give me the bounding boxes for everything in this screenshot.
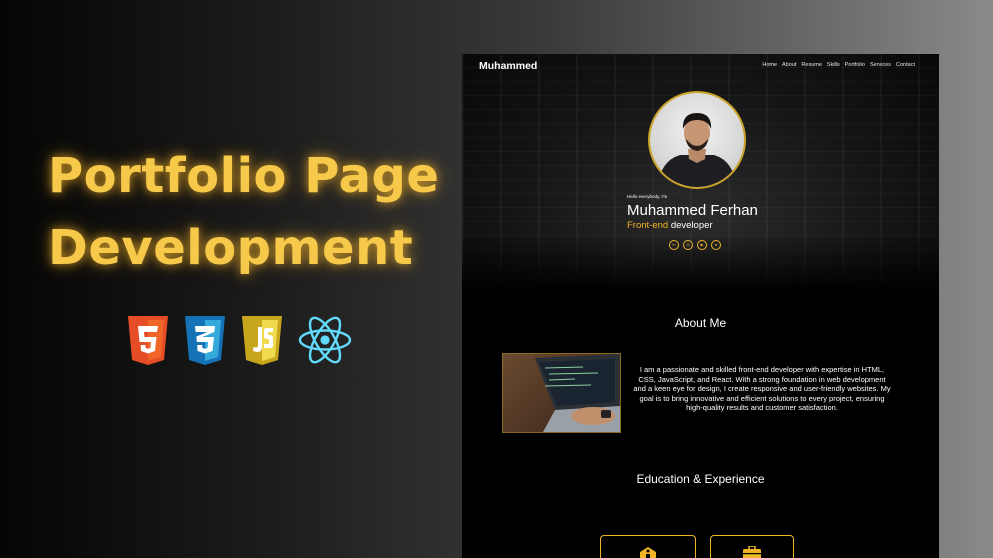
profile-avatar: [648, 91, 746, 189]
education-title: Education & Experience: [636, 472, 765, 486]
nav-item-home[interactable]: Home: [762, 62, 777, 68]
about-image: [502, 353, 621, 433]
nav-item-contact[interactable]: Contact: [896, 62, 915, 68]
about-description: I am a passionate and skilled front-end …: [633, 365, 891, 413]
role-rest: developer: [668, 220, 713, 231]
nav-item-services[interactable]: Services: [870, 62, 891, 68]
github-icon[interactable]: ●: [711, 240, 721, 250]
intro-name: Muhammed Ferhan: [627, 202, 758, 219]
about-title: About Me: [674, 316, 727, 330]
navbar: Muhammed Home About Resume Skills Portfo…: [462, 54, 939, 78]
education-card[interactable]: [600, 535, 696, 558]
hero-title-line2: Development: [48, 220, 414, 276]
briefcase-icon: [743, 546, 761, 558]
nav-item-resume[interactable]: Resume: [801, 62, 821, 68]
hero-title-line1: Portfolio Page: [48, 148, 440, 204]
react-icon: [298, 316, 352, 364]
linkedin-icon[interactable]: in: [669, 240, 679, 250]
intro-role: Front-end developer: [627, 220, 713, 231]
css3-icon: [185, 316, 225, 365]
school-icon: [640, 547, 656, 558]
nav-item-skills[interactable]: Skills: [827, 62, 840, 68]
experience-card[interactable]: [710, 535, 794, 558]
social-links: in ◎ ▶ ●: [669, 240, 721, 250]
role-accent: Front-end: [627, 220, 669, 231]
youtube-icon[interactable]: ▶: [697, 240, 707, 250]
portfolio-preview: Muhammed Home About Resume Skills Portfo…: [462, 54, 939, 558]
nav-menu: Home About Resume Skills Portfolio Servi…: [762, 62, 915, 68]
nav-item-about[interactable]: About: [782, 62, 796, 68]
tech-icons: [126, 314, 353, 366]
brand-logo[interactable]: Muhammed: [479, 60, 537, 72]
intro-greeting: Hello everybody, I'm: [627, 194, 668, 199]
instagram-icon[interactable]: ◎: [683, 240, 693, 250]
javascript-icon: [242, 316, 282, 365]
nav-item-portfolio[interactable]: Portfolio: [845, 62, 865, 68]
hero-title: Portfolio Page Development: [48, 140, 448, 284]
html5-icon: [128, 316, 168, 365]
